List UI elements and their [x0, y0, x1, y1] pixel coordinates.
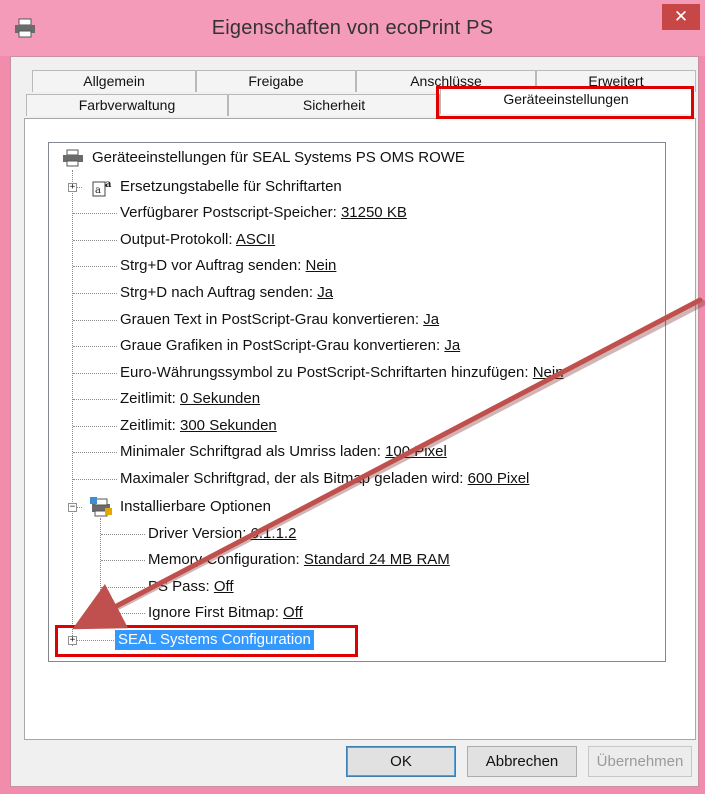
- tree-line: [100, 518, 101, 614]
- tree-subitem-setting[interactable]: Driver Version: 6.1.1.2: [148, 525, 296, 543]
- tree-item-setting[interactable]: Verfügbarer Postscript-Speicher: 31250 K…: [120, 204, 407, 222]
- printer-icon: [63, 149, 83, 167]
- tree-line: [101, 587, 145, 588]
- tree-line: [73, 452, 117, 453]
- close-button[interactable]: ✕: [662, 4, 700, 30]
- tree-item-setting[interactable]: Maximaler Schriftgrad, der als Bitmap ge…: [120, 470, 529, 488]
- apply-button[interactable]: Übernehmen: [588, 746, 692, 777]
- tab-farbverwaltung[interactable]: Farbverwaltung: [26, 94, 228, 116]
- tree-line: [73, 346, 117, 347]
- font-table-icon: a a: [92, 179, 112, 197]
- tab-allgemein[interactable]: Allgemein: [32, 70, 196, 92]
- tree-subitem-setting[interactable]: PS Pass: Off: [148, 578, 234, 596]
- tree-item-font-table[interactable]: Ersetzungstabelle für Schriftarten: [120, 178, 342, 196]
- tree-item-setting[interactable]: Zeitlimit: 300 Sekunden: [120, 417, 277, 435]
- tree-item-setting[interactable]: Strg+D vor Auftrag senden: Nein: [120, 257, 336, 275]
- tree-item-setting[interactable]: Graue Grafiken in PostScript-Grau konver…: [120, 337, 460, 355]
- tree-root-label[interactable]: Geräteeinstellungen für SEAL Systems PS …: [92, 149, 465, 167]
- tree-line: [73, 479, 117, 480]
- tree-line: [73, 293, 117, 294]
- tab-sicherheit[interactable]: Sicherheit: [228, 94, 440, 116]
- tree-line: [72, 170, 73, 646]
- installable-options-icon: [90, 497, 112, 517]
- tree-line: [73, 213, 117, 214]
- tree-line: [73, 266, 117, 267]
- ok-button[interactable]: OK: [346, 746, 456, 777]
- svg-text:a: a: [95, 185, 101, 196]
- tree-item-setting[interactable]: Zeitlimit: 0 Sekunden: [120, 390, 260, 408]
- tree-line: [73, 240, 117, 241]
- tree-line: [101, 534, 145, 535]
- tree-line: [73, 426, 117, 427]
- tree-item-setting[interactable]: Minimaler Schriftgrad als Umriss laden: …: [120, 443, 447, 461]
- properties-window: Eigenschaften von ecoPrint PS ✕ Allgemei…: [0, 0, 705, 794]
- tab-highlight-box: [436, 86, 694, 119]
- window-title: Eigenschaften von ecoPrint PS: [211, 17, 494, 39]
- selection-highlight-box: [55, 625, 358, 657]
- tree-item-setting[interactable]: Grauen Text in PostScript-Grau konvertie…: [120, 311, 439, 329]
- tree-subitem-setting[interactable]: Memory Configuration: Standard 24 MB RAM: [148, 551, 450, 569]
- tree-item-setting[interactable]: Output-Protokoll: ASCII: [120, 231, 275, 249]
- tree-item-setting[interactable]: Euro-Währungssymbol zu PostScript-Schrif…: [120, 364, 564, 382]
- tree-line: [73, 399, 117, 400]
- tree-line: [101, 560, 145, 561]
- cancel-button[interactable]: Abbrechen: [467, 746, 577, 777]
- tree-line: [73, 320, 117, 321]
- expand-toggle[interactable]: +: [68, 183, 77, 192]
- tree-line: [101, 613, 145, 614]
- svg-text:a: a: [105, 179, 112, 190]
- tree-subitem-setting[interactable]: Ignore First Bitmap: Off: [148, 604, 303, 622]
- close-icon: ✕: [673, 7, 689, 26]
- title-bar[interactable]: Eigenschaften von ecoPrint PS ✕: [0, 0, 705, 56]
- tree-item-installable-options[interactable]: Installierbare Optionen: [120, 498, 271, 516]
- tab-freigabe[interactable]: Freigabe: [196, 70, 356, 92]
- tree-item-setting[interactable]: Strg+D nach Auftrag senden: Ja: [120, 284, 333, 302]
- collapse-toggle[interactable]: −: [68, 503, 77, 512]
- tree-line: [73, 373, 117, 374]
